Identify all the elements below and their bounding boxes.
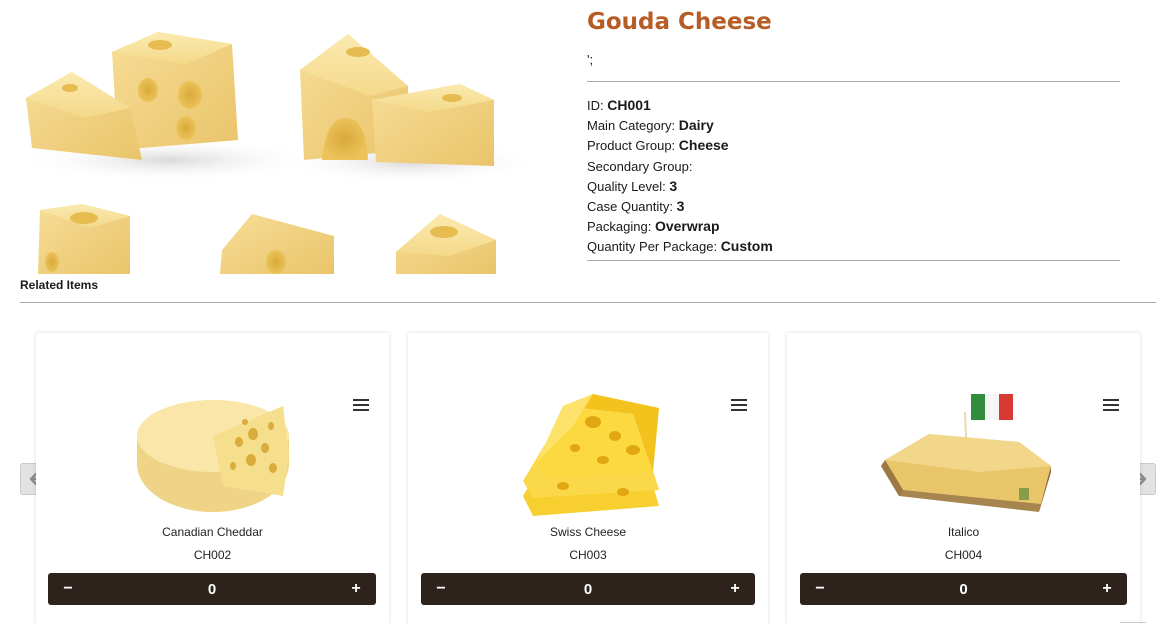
item-code: CH002	[193, 548, 232, 562]
spec-id: ID: CH001	[587, 97, 651, 113]
item-code: CH003	[569, 548, 607, 562]
item-code: CH004	[944, 548, 983, 562]
spec-packaging: Packaging: Overwrap	[587, 218, 720, 235]
decrement-button[interactable]: −	[812, 580, 828, 598]
quantity-stepper: − 0 +	[421, 573, 755, 605]
quantity-stepper: − 0 +	[48, 573, 376, 605]
related-item-card[interactable]: Italico CH004 − 0 +	[787, 333, 1140, 624]
product-title: Gouda Cheese	[587, 9, 772, 35]
spec-quality-level: Quality Level: 3	[587, 177, 678, 194]
divider	[587, 81, 1120, 82]
quantity-stepper: − 0 +	[800, 573, 1127, 605]
product-thumbnail[interactable]	[787, 381, 1140, 521]
spec-product-group: Product Group: Cheese	[587, 137, 729, 154]
related-items-heading: Related Items	[20, 278, 99, 292]
item-name[interactable]: Canadian Cheddar	[36, 525, 389, 539]
spec-quantity-per-package: Quantity Per Package: Custom	[587, 238, 773, 255]
spec-main-category: Main Category: Dairy	[587, 117, 714, 134]
product-thumbnail[interactable]	[36, 381, 389, 521]
spec-case-quantity: Case Quantity: 3	[587, 197, 685, 214]
increment-button[interactable]: +	[1099, 580, 1115, 598]
related-item-card[interactable]: Canadian Cheddar CH002 − 0 +	[36, 333, 389, 624]
product-description: ';	[587, 52, 594, 67]
spec-secondary-group: Secondary Group:	[587, 158, 693, 174]
increment-button[interactable]: +	[727, 580, 743, 598]
product-info: Gouda Cheese '; ID: CH001 Main Category:…	[587, 0, 1120, 261]
item-name[interactable]: Swiss Cheese	[408, 525, 768, 539]
item-name[interactable]: Italico	[787, 525, 1140, 539]
quantity-value[interactable]: 0	[208, 581, 216, 598]
product-thumbnail[interactable]	[408, 381, 768, 521]
decrement-button[interactable]: −	[433, 580, 449, 598]
decrement-button[interactable]: −	[60, 580, 76, 598]
product-specs: ID: CH001 Main Category: Dairy Product G…	[587, 95, 1120, 257]
divider	[1120, 622, 1146, 623]
product-image	[0, 0, 560, 274]
quantity-value[interactable]: 0	[584, 581, 592, 598]
increment-button[interactable]: +	[348, 580, 364, 598]
related-item-card[interactable]: Swiss Cheese CH003 − 0 +	[408, 333, 768, 624]
quantity-value[interactable]: 0	[959, 581, 967, 598]
divider	[20, 302, 1156, 303]
divider	[587, 259, 1120, 261]
